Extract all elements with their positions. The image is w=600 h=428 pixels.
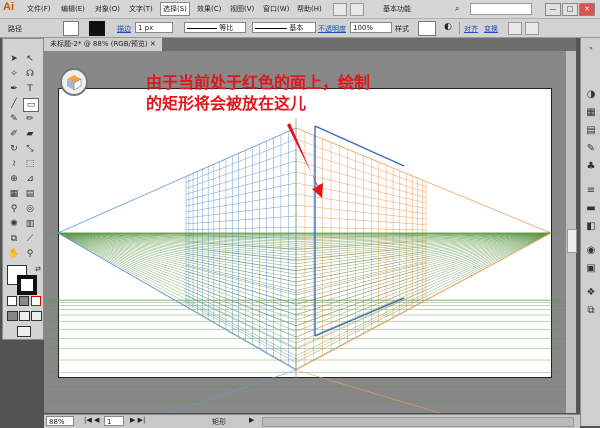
left-plane-horizontal [186, 194, 296, 212]
current-tool-status: 矩形 [212, 417, 226, 427]
ground-plane-line [296, 233, 551, 295]
ground-plane-line [58, 233, 296, 295]
left-plane-horizontal [186, 253, 296, 271]
swatches-panel-icon[interactable]: ▤ [584, 124, 598, 138]
brushes-panel-icon[interactable]: ✎ [584, 142, 598, 156]
symbols-panel-icon[interactable]: ♣ [584, 160, 598, 174]
rect-top-edge[interactable] [315, 126, 404, 166]
color-guide-icon[interactable]: ▦ [584, 106, 598, 120]
right-panel-dock: » ◑ ▦ ▤ ✎ ♣ ≡ ▬ ◧ ◉ ▣ ❖ ⧉ [580, 38, 600, 426]
layers-panel-icon[interactable]: ❖ [584, 286, 598, 300]
left-plane-horizontal [186, 161, 296, 194]
collapse-panels-icon[interactable]: » [584, 42, 598, 56]
zoom-field[interactable]: 88% [46, 416, 74, 426]
annotation-line-1: 由于当前处于红色的面上，绘制 [146, 72, 466, 93]
ground-plane-line [58, 233, 296, 362]
status-bar: 88% |◀ ◀ 1 ▶ ▶| 矩形 ▶ [44, 414, 580, 428]
ground-plane-line [296, 233, 551, 300]
next-artboard-icon[interactable]: ▶ ▶| [130, 416, 145, 424]
left-plane-horizontal [186, 283, 296, 326]
graphic-styles-panel-icon[interactable]: ▣ [584, 262, 598, 276]
left-plane-horizontal [186, 227, 296, 230]
left-plane-horizontal [186, 271, 296, 304]
ground-plane-line [296, 233, 551, 349]
status-menu-icon[interactable]: ▶ [249, 416, 254, 424]
left-plane-horizontal [186, 183, 296, 206]
perspective-plane-widget-icon[interactable] [60, 68, 88, 96]
ground-plane-line [296, 233, 551, 343]
left-plane-horizontal [186, 172, 296, 200]
left-plane-horizontal [186, 265, 296, 293]
appearance-panel-icon[interactable]: ◉ [584, 244, 598, 258]
ground-plane-line [58, 233, 296, 286]
artboards-panel-icon[interactable]: ⧉ [584, 304, 598, 318]
plane-switch-cube-icon [62, 70, 86, 94]
first-artboard-icon[interactable]: |◀ ◀ [84, 416, 99, 424]
ground-plane-line [296, 233, 551, 320]
perspective-grid[interactable] [0, 0, 600, 427]
ground-plane-line [58, 233, 296, 349]
horizontal-scrollbar[interactable] [262, 417, 574, 427]
left-plane-horizontal [186, 139, 296, 182]
annotation-text: 由于当前处于红色的面上，绘制 的矩形将会被放在这儿 [146, 72, 466, 114]
ground-extent-line [296, 370, 440, 413]
left-plane-horizontal [186, 216, 296, 224]
ground-plane-line [58, 233, 296, 331]
left-plane-horizontal [186, 205, 296, 218]
ground-plane-line [296, 233, 551, 331]
color-panel-icon[interactable]: ◑ [584, 88, 598, 102]
right-plane-top-edge [296, 128, 551, 233]
ground-plane-line [58, 233, 296, 343]
ground-plane-line [58, 233, 296, 270]
stroke-panel-icon[interactable]: ≡ [584, 184, 598, 198]
gradient-panel-icon[interactable]: ▬ [584, 202, 598, 216]
annotation-line-2: 的矩形将会被放在这儿 [146, 93, 466, 114]
artboard-number-field[interactable]: 1 [104, 416, 124, 426]
ground-plane-line [296, 233, 551, 362]
ground-plane-line [58, 233, 296, 300]
transparency-panel-icon[interactable]: ◧ [584, 220, 598, 234]
ground-plane-line [296, 233, 551, 270]
left-plane-top-edge [58, 128, 296, 233]
ground-extent-line [170, 370, 296, 413]
ground-plane-line [58, 233, 296, 320]
